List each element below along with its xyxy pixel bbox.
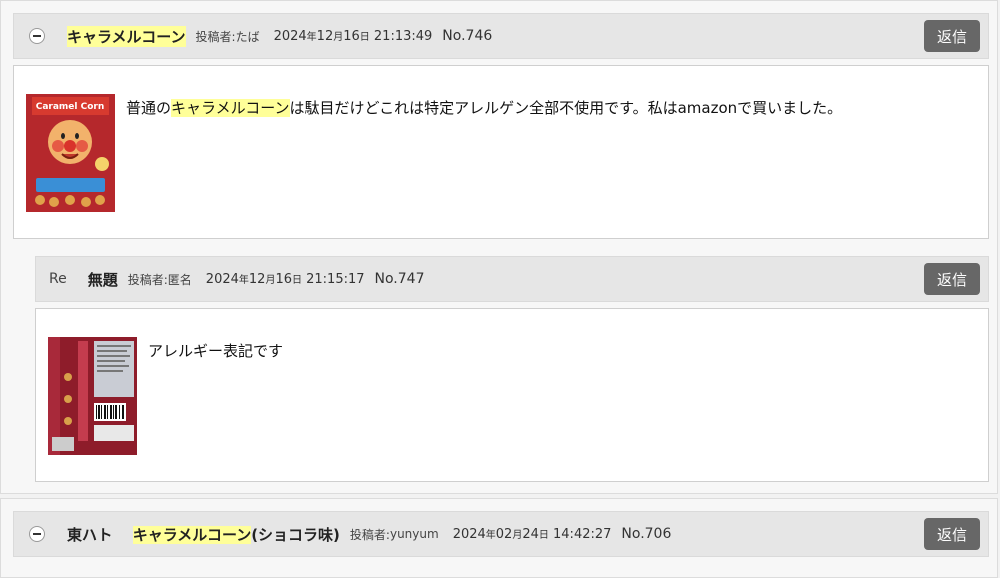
product-image-allergy-label[interactable]: [48, 337, 137, 455]
post-header-747: Re 無題 投稿者: 匿名 2024年12月16日 21:15:17 No.74…: [35, 256, 989, 302]
post-number: No.746: [442, 28, 493, 44]
post-header-706: 東ハト キャラメルコーン(ショコラ味) 投稿者: yunyum 2024年02月…: [13, 511, 989, 557]
author-label: 投稿者:: [349, 527, 390, 542]
post-number: No.706: [621, 526, 672, 542]
reply-button[interactable]: 返信: [924, 518, 980, 550]
author-name: 匿名: [167, 272, 192, 287]
post-date: 2024年12月16日 21:13:49: [273, 29, 433, 44]
collapse-icon[interactable]: [29, 28, 45, 44]
post-title: キャラメルコーン: [67, 25, 186, 47]
post-text: アレルギー表記です: [148, 342, 284, 360]
post-header-746: キャラメルコーン 投稿者: たば 2024年12月16日 21:13:49 No…: [13, 13, 989, 59]
author-name: yunyum: [389, 527, 439, 541]
post-text: 普通のキャラメルコーンは駄目だけどこれは特定アレルゲン全部不使用です。私はama…: [126, 99, 843, 117]
post-title: 無題: [87, 270, 118, 289]
reply-indicator: Re: [49, 271, 67, 287]
author-label: 投稿者:: [195, 29, 236, 44]
post-number: No.747: [374, 271, 425, 287]
thread-746: キャラメルコーン 投稿者: たば 2024年12月16日 21:13:49 No…: [0, 0, 998, 494]
post-body-746: Caramel Corn 普通のキャラメルコーンは駄目だけどこれは特定アレルゲン…: [13, 65, 989, 239]
thread-706: 東ハト キャラメルコーン(ショコラ味) 投稿者: yunyum 2024年02月…: [0, 498, 998, 578]
post-date: 2024年12月16日 21:15:17: [205, 272, 365, 287]
reply-button[interactable]: 返信: [924, 263, 980, 295]
post-body-747: アレルギー表記です: [35, 308, 989, 482]
reply-button[interactable]: 返信: [924, 20, 980, 52]
product-image-anpanman[interactable]: Caramel Corn: [26, 94, 115, 212]
package-back-graphic: [48, 337, 137, 455]
author-name: たば: [235, 29, 260, 44]
collapse-icon[interactable]: [29, 526, 45, 542]
anpanman-package-graphic: Caramel Corn: [26, 94, 115, 212]
svg-text:Caramel Corn: Caramel Corn: [36, 102, 105, 112]
post-title: 東ハト キャラメルコーン(ショコラ味): [67, 525, 340, 544]
author-label: 投稿者:: [127, 272, 168, 287]
post-date: 2024年02月24日 14:42:27: [452, 527, 612, 542]
